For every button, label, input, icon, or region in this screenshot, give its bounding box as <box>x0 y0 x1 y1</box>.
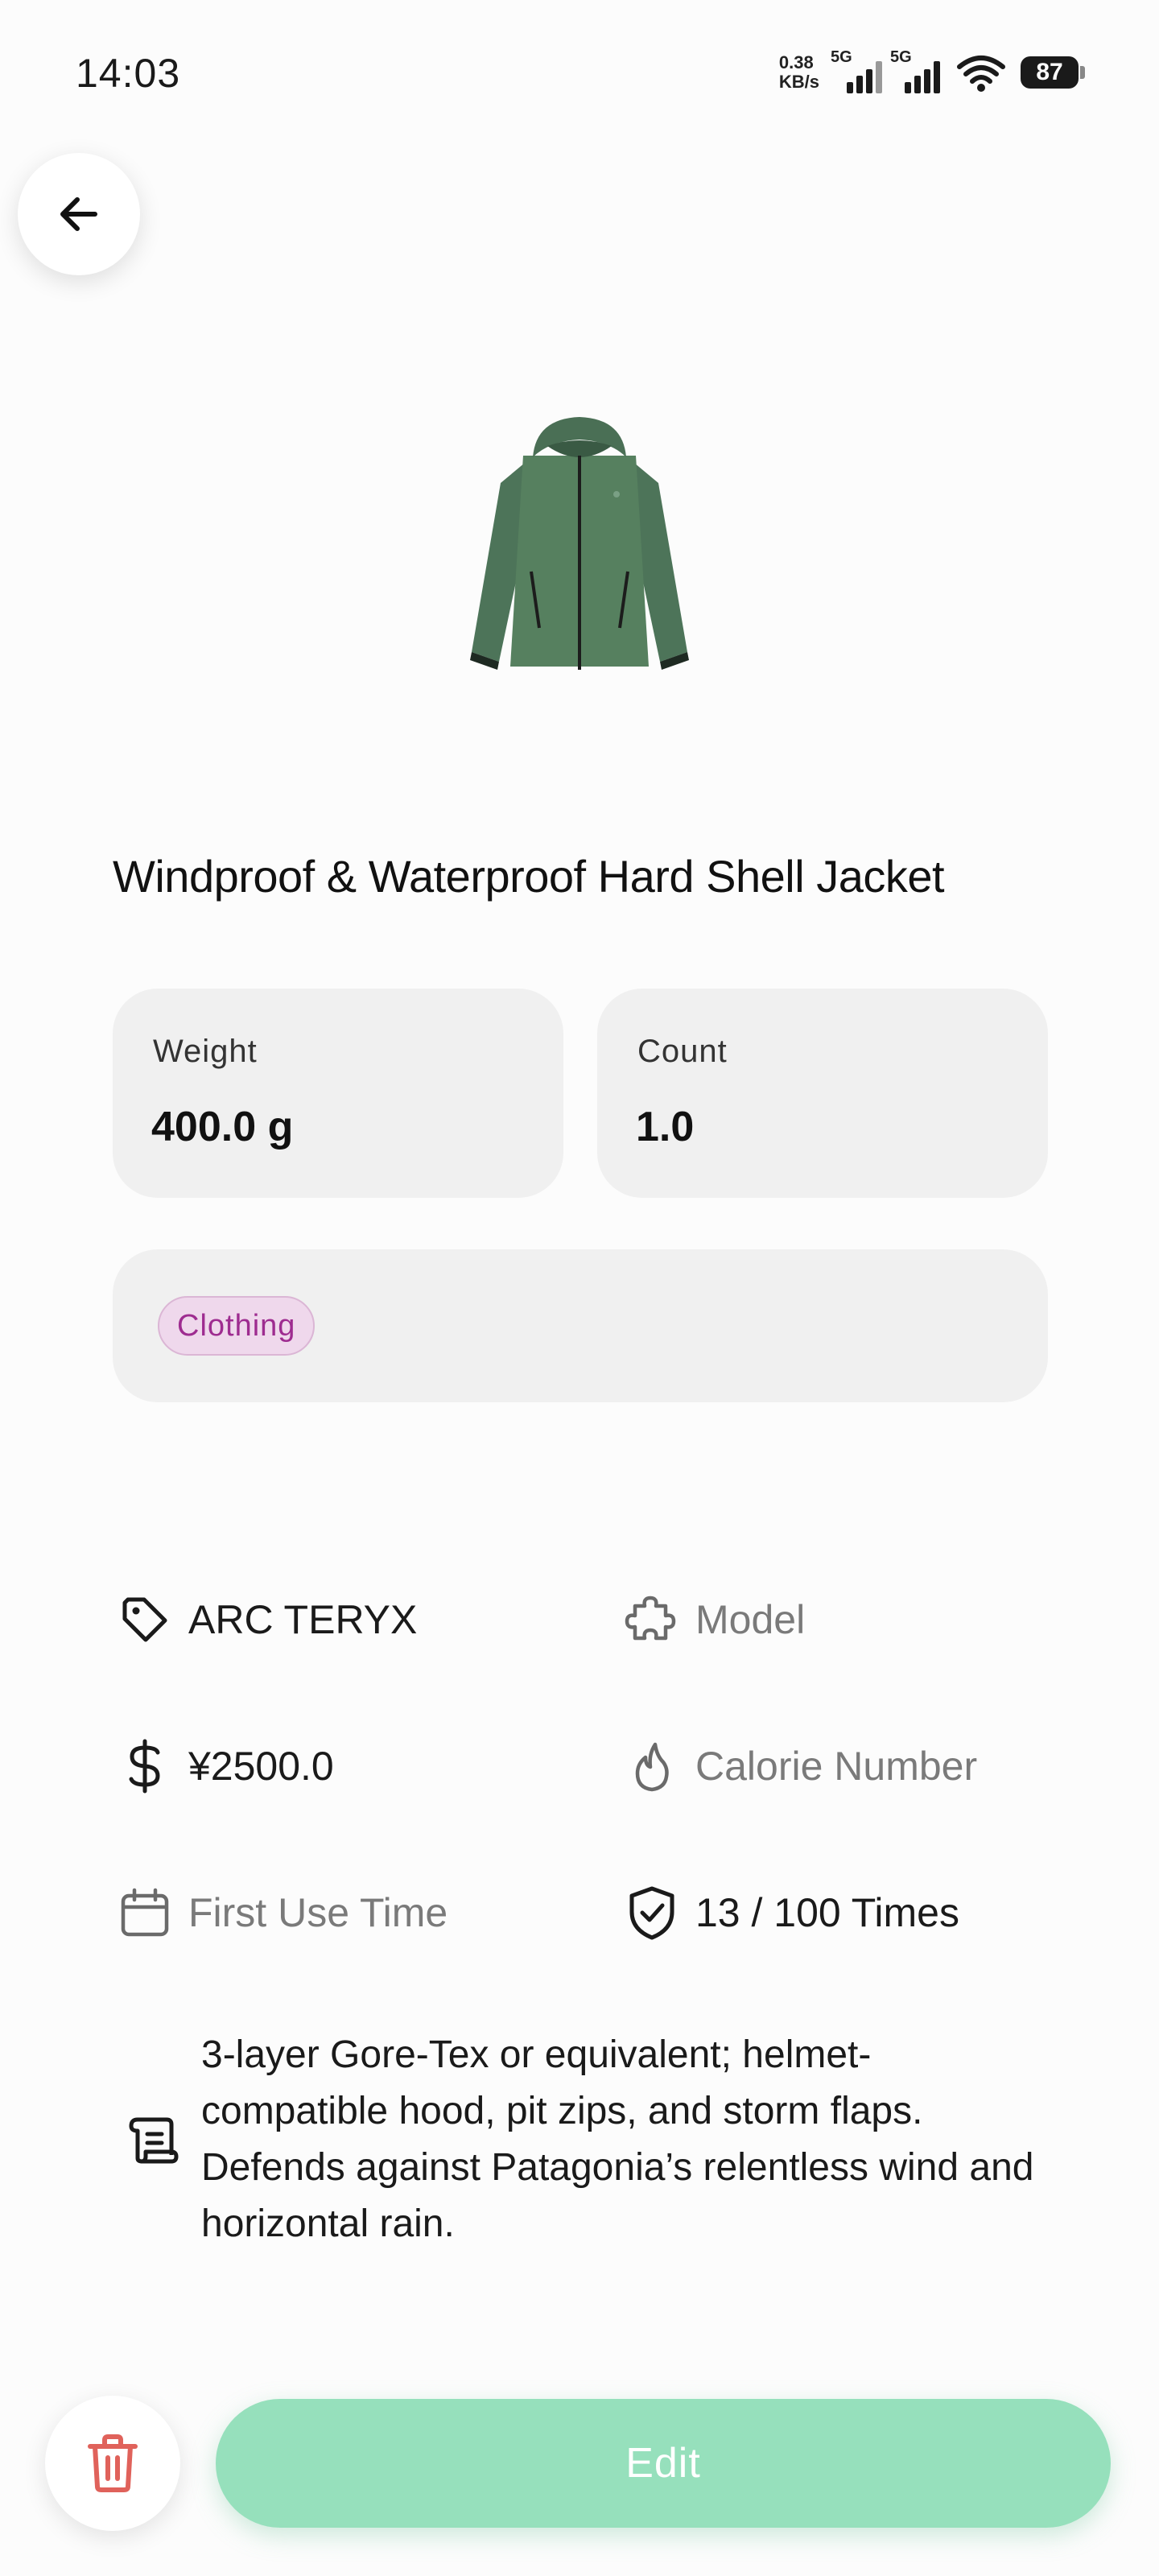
trash-icon <box>88 2434 138 2492</box>
price-value: ¥2500.0 <box>188 1744 334 1789</box>
network-speed-unit: KB/s <box>778 72 819 92</box>
tag-icon <box>122 1597 167 1642</box>
calorie-placeholder: Calorie Number <box>695 1744 978 1789</box>
uses-row: 13 / 100 Times <box>620 1872 959 1953</box>
dollar-icon <box>129 1739 160 1794</box>
shield-check-icon <box>629 1886 674 1940</box>
status-time: 14:03 <box>76 51 181 96</box>
battery-level: 87 <box>1021 56 1079 89</box>
battery-icon: 87 <box>1021 56 1085 89</box>
wifi-icon <box>957 56 1005 92</box>
first-use-row: First Use Time <box>113 1872 448 1953</box>
status-indicators: 0.38 KB/s 5G 5G 87 <box>779 48 1085 95</box>
first-use-placeholder: First Use Time <box>188 1890 448 1935</box>
weight-label: Weight <box>153 1034 258 1069</box>
flame-icon <box>635 1742 669 1792</box>
network-type-label-2: 5G <box>890 48 912 66</box>
description-text: 3-layer Gore-Tex or equivalent; helmet-c… <box>201 2033 1034 2245</box>
count-value: 1.0 <box>636 1104 695 1150</box>
signal-icon: 5G <box>831 48 882 93</box>
count-label: Count <box>637 1034 728 1069</box>
brand-value: ARC TERYX <box>188 1597 418 1642</box>
count-card: Count 1.0 <box>597 989 1048 1198</box>
arrow-left-icon <box>60 197 97 231</box>
brand-row: ARC TERYX <box>113 1579 417 1660</box>
calendar-icon <box>121 1888 169 1937</box>
category-chip[interactable]: Clothing <box>158 1296 316 1356</box>
network-type-label: 5G <box>831 48 852 66</box>
network-speed: 0.38 KB/s <box>779 53 819 92</box>
calorie-row: Calorie Number <box>620 1726 977 1806</box>
category-card: Clothing <box>113 1249 1048 1402</box>
price-row: ¥2500.0 <box>113 1726 334 1806</box>
weight-card: Weight 400.0 g <box>113 989 563 1198</box>
back-button[interactable] <box>18 153 140 275</box>
description-row: 3-layer Gore-Tex or equivalent; helmet-c… <box>113 2027 1062 2252</box>
scroll-icon <box>129 2117 179 2164</box>
model-row: Model <box>620 1579 805 1660</box>
item-title: Windproof & Waterproof Hard Shell Jacket <box>113 851 945 902</box>
model-placeholder: Model <box>695 1597 806 1642</box>
uses-value: 13 / 100 Times <box>695 1890 959 1935</box>
edit-button[interactable]: Edit <box>216 2399 1111 2528</box>
status-bar: 14:03 0.38 KB/s 5G 5G 87 <box>0 0 1159 148</box>
weight-value: 400.0 g <box>151 1104 294 1150</box>
puzzle-icon <box>625 1596 676 1641</box>
delete-button[interactable] <box>45 2396 180 2531</box>
product-image <box>470 417 689 670</box>
signal-icon-2: 5G <box>890 48 945 93</box>
network-speed-value: 0.38 <box>778 52 814 72</box>
